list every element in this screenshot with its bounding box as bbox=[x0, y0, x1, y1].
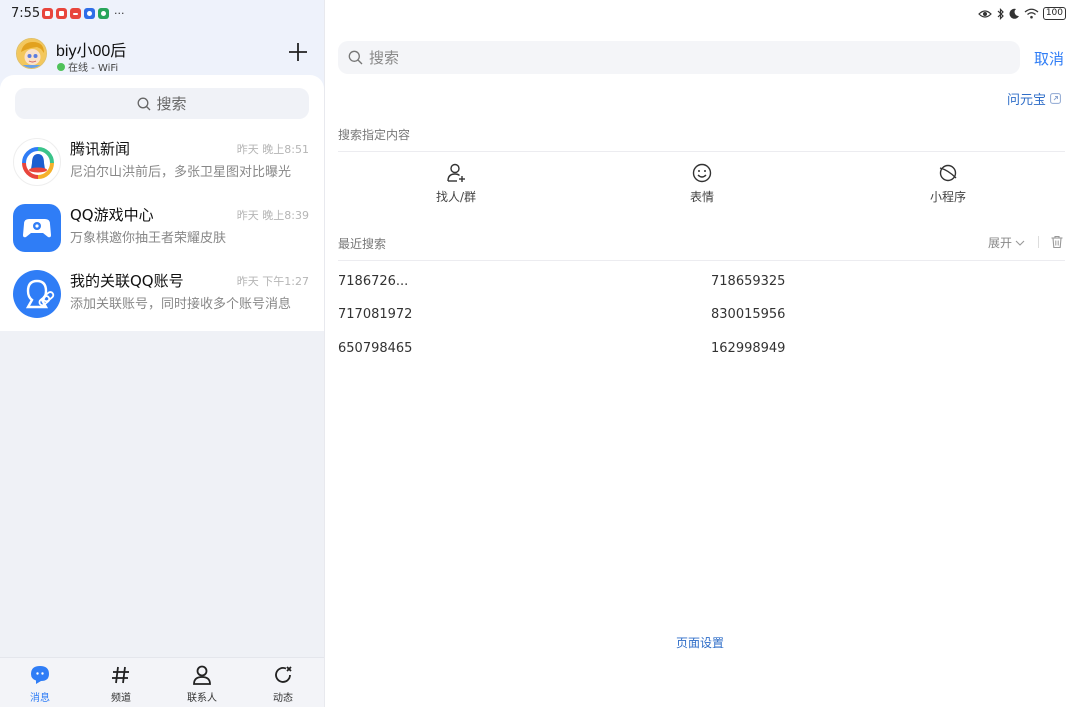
profile-name[interactable]: biy小00后 bbox=[56, 37, 126, 61]
system-status-icons: 100 bbox=[977, 7, 1066, 20]
external-link-icon bbox=[1050, 93, 1061, 104]
find-people-groups-label: 找人/群 bbox=[435, 190, 477, 204]
app-notification-icon bbox=[70, 8, 81, 19]
chat-time: 昨天 晚上8:51 bbox=[236, 143, 309, 156]
online-status[interactable]: 在线 - WiFi bbox=[57, 59, 118, 74]
person-icon bbox=[193, 665, 211, 685]
expand-button[interactable]: 展开 bbox=[988, 234, 1025, 251]
notification-icons: ··· bbox=[42, 8, 125, 19]
stickers-button[interactable]: 表情 bbox=[662, 162, 742, 205]
chat-title: QQ游戏中心 bbox=[70, 206, 154, 224]
tab-channels[interactable]: 频道 bbox=[91, 664, 151, 706]
app-notification-icon bbox=[84, 8, 95, 19]
tab-moments-label: 动态 bbox=[273, 693, 293, 704]
cancel-button[interactable]: 取消 bbox=[1034, 48, 1064, 69]
conversation-panel: 7:55 ··· biy小00后 在线 - WiFi 搜索 腾讯新闻 昨天 晚上… bbox=[0, 0, 324, 707]
add-person-icon bbox=[447, 163, 465, 182]
eye-icon bbox=[977, 9, 992, 18]
tab-messages[interactable]: 消息 bbox=[10, 664, 70, 706]
divider-line bbox=[338, 151, 1065, 152]
chat-title: 腾讯新闻 bbox=[70, 140, 131, 158]
recent-search-item[interactable]: 718659325 bbox=[711, 274, 785, 289]
bluetooth-icon bbox=[997, 7, 1004, 20]
wifi-icon bbox=[1024, 8, 1039, 19]
tencent-news-logo-icon bbox=[13, 138, 61, 186]
game-controller-icon bbox=[13, 204, 61, 252]
mini-programs-button[interactable]: 小程序 bbox=[908, 162, 988, 205]
tab-contacts-label: 联系人 bbox=[187, 693, 217, 704]
stickers-label: 表情 bbox=[689, 190, 714, 204]
search-panel: 100 取消 问元宝 搜索指定内容 找人/群 表 bbox=[325, 0, 1080, 707]
tab-moments[interactable]: 动态 bbox=[253, 664, 313, 706]
vertical-separator bbox=[1038, 236, 1039, 248]
search-bar[interactable] bbox=[338, 41, 1020, 74]
conversation-list: 搜索 腾讯新闻 昨天 晚上8:51 尼泊尔山洪前后，多张卫星图对比曝光 QQ游戏… bbox=[0, 75, 324, 331]
wenyuanbao-label: 问元宝 bbox=[1007, 93, 1047, 108]
search-input[interactable] bbox=[369, 48, 969, 67]
recent-search-title: 最近搜索 bbox=[338, 237, 387, 251]
smiley-icon bbox=[692, 163, 712, 183]
chat-preview: 添加关联账号，同时接收多个账号消息 bbox=[70, 297, 292, 312]
chat-item-linked-accounts[interactable]: 我的关联QQ账号 昨天 下午1:27 添加关联账号，同时接收多个账号消息 bbox=[0, 262, 324, 326]
online-status-text: 在线 - WiFi bbox=[68, 63, 119, 74]
page-settings-link[interactable]: 页面设置 bbox=[676, 634, 724, 651]
app-notification-icon bbox=[98, 8, 109, 19]
avatar-image-icon bbox=[17, 39, 46, 68]
chat-icon bbox=[31, 666, 49, 684]
mini-programs-label: 小程序 bbox=[929, 190, 966, 204]
battery-level: 100 bbox=[1042, 7, 1066, 20]
clear-history-button[interactable] bbox=[1050, 234, 1064, 253]
divider-line bbox=[338, 260, 1065, 261]
left-search-bar[interactable]: 搜索 bbox=[15, 88, 309, 119]
linked-account-mark bbox=[25, 279, 55, 309]
linked-account-icon bbox=[13, 270, 61, 318]
add-button[interactable] bbox=[286, 40, 310, 64]
tencent-news-mark bbox=[22, 147, 54, 179]
game-controller-mark bbox=[23, 219, 51, 238]
more-notifications-icon: ··· bbox=[114, 7, 125, 20]
search-icon bbox=[348, 50, 363, 65]
moon-icon bbox=[1009, 8, 1019, 19]
find-people-groups-button[interactable]: 找人/群 bbox=[416, 162, 496, 205]
left-search-label: 搜索 bbox=[156, 95, 187, 113]
tab-contacts[interactable]: 联系人 bbox=[172, 664, 232, 706]
chat-title: 我的关联QQ账号 bbox=[70, 272, 184, 290]
chat-item-qq-game-center[interactable]: QQ游戏中心 昨天 晚上8:39 万象棋邀你抽王者荣耀皮肤 bbox=[0, 196, 324, 260]
trash-icon bbox=[1051, 235, 1063, 249]
recent-search-item[interactable]: 7186726... bbox=[338, 274, 408, 289]
chat-item-tencent-news[interactable]: 腾讯新闻 昨天 晚上8:51 尼泊尔山洪前后，多张卫星图对比曝光 bbox=[0, 130, 324, 194]
mini-program-icon bbox=[939, 164, 957, 182]
chevron-down-icon bbox=[1015, 240, 1025, 246]
tab-channels-label: 频道 bbox=[111, 693, 131, 704]
online-dot-icon bbox=[57, 62, 65, 71]
tab-messages-label: 消息 bbox=[30, 693, 50, 704]
chat-preview: 尼泊尔山洪前后，多张卫星图对比曝光 bbox=[70, 165, 292, 180]
status-time: 7:55 bbox=[11, 6, 41, 21]
recent-search-item[interactable]: 830015956 bbox=[711, 307, 785, 322]
plus-icon bbox=[289, 43, 307, 61]
chat-time: 昨天 下午1:27 bbox=[236, 275, 309, 288]
app-notification-icon bbox=[56, 8, 67, 19]
refresh-icon bbox=[275, 666, 292, 683]
hash-icon bbox=[112, 666, 129, 684]
chat-preview: 万象棋邀你抽王者荣耀皮肤 bbox=[70, 231, 227, 246]
expand-label: 展开 bbox=[988, 236, 1013, 250]
recent-search-item[interactable]: 717081972 bbox=[338, 307, 412, 322]
search-icon bbox=[138, 97, 151, 110]
bottom-nav: 消息 频道 联系人 动态 bbox=[0, 657, 324, 707]
recent-search-item[interactable]: 162998949 bbox=[711, 341, 785, 356]
app-notification-icon bbox=[42, 8, 53, 19]
specified-content-title: 搜索指定内容 bbox=[338, 128, 411, 142]
wenyuanbao-link[interactable]: 问元宝 bbox=[1007, 89, 1061, 108]
recent-search-item[interactable]: 650798465 bbox=[338, 341, 412, 356]
chat-time: 昨天 晚上8:39 bbox=[236, 209, 309, 222]
avatar[interactable] bbox=[16, 38, 47, 69]
